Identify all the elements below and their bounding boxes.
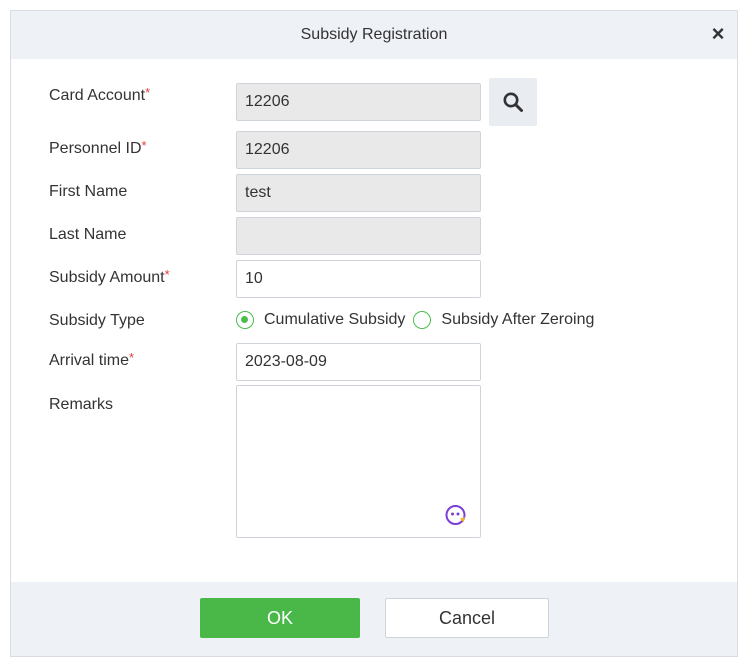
arrival-time-field[interactable]: 2023-08-09 (236, 343, 481, 381)
remarks-label: Remarks (49, 396, 114, 413)
subsidy-type-label: Subsidy Type (49, 312, 145, 329)
first-name-label: First Name (49, 183, 128, 200)
arrival-time-label-text: Arrival time (49, 352, 130, 369)
subsidy-after-zeroing-radio[interactable] (413, 311, 432, 329)
card-account-label-text: Card Account (49, 87, 146, 104)
required-mark: * (145, 85, 151, 100)
search-icon (503, 92, 523, 112)
first-name-field[interactable]: test (236, 174, 481, 212)
close-icon[interactable]: × (705, 21, 731, 47)
card-account-field[interactable]: 12206 (236, 83, 481, 121)
cancel-button[interactable]: Cancel (385, 598, 549, 638)
ok-button[interactable]: OK (200, 598, 360, 638)
emoji-icon[interactable] (444, 503, 468, 527)
required-mark: * (129, 350, 135, 365)
subsidy-amount-field[interactable]: 10 (236, 260, 481, 298)
subsidy-amount-label: Subsidy Amount* (49, 267, 170, 287)
subsidy-after-zeroing-label[interactable]: Subsidy After Zeroing (441, 311, 594, 329)
personnel-id-label: Personnel ID* (49, 138, 147, 158)
personnel-id-field[interactable]: 12206 (236, 131, 481, 169)
required-mark: * (141, 138, 147, 153)
last-name-label: Last Name (49, 226, 127, 243)
remarks-textarea[interactable] (236, 385, 481, 538)
last-name-field[interactable] (236, 217, 481, 255)
search-button[interactable] (489, 78, 537, 126)
required-mark: * (164, 267, 170, 282)
dialog-footer: OK Cancel (11, 582, 737, 656)
subsidy-registration-dialog: Subsidy Registration × Card Account* 122… (10, 10, 738, 657)
cumulative-subsidy-label[interactable]: Cumulative Subsidy (264, 311, 405, 329)
dialog-header: Subsidy Registration × (11, 11, 737, 59)
subsidy-type-radio-group: Cumulative Subsidy Subsidy After Zeroing (236, 307, 602, 333)
arrival-time-label: Arrival time* (49, 350, 135, 370)
dialog-title: Subsidy Registration (300, 26, 448, 43)
personnel-id-label-text: Personnel ID (49, 140, 142, 157)
card-account-label: Card Account* (49, 85, 151, 105)
cumulative-subsidy-radio[interactable] (236, 311, 254, 329)
subsidy-amount-label-text: Subsidy Amount (49, 269, 165, 286)
